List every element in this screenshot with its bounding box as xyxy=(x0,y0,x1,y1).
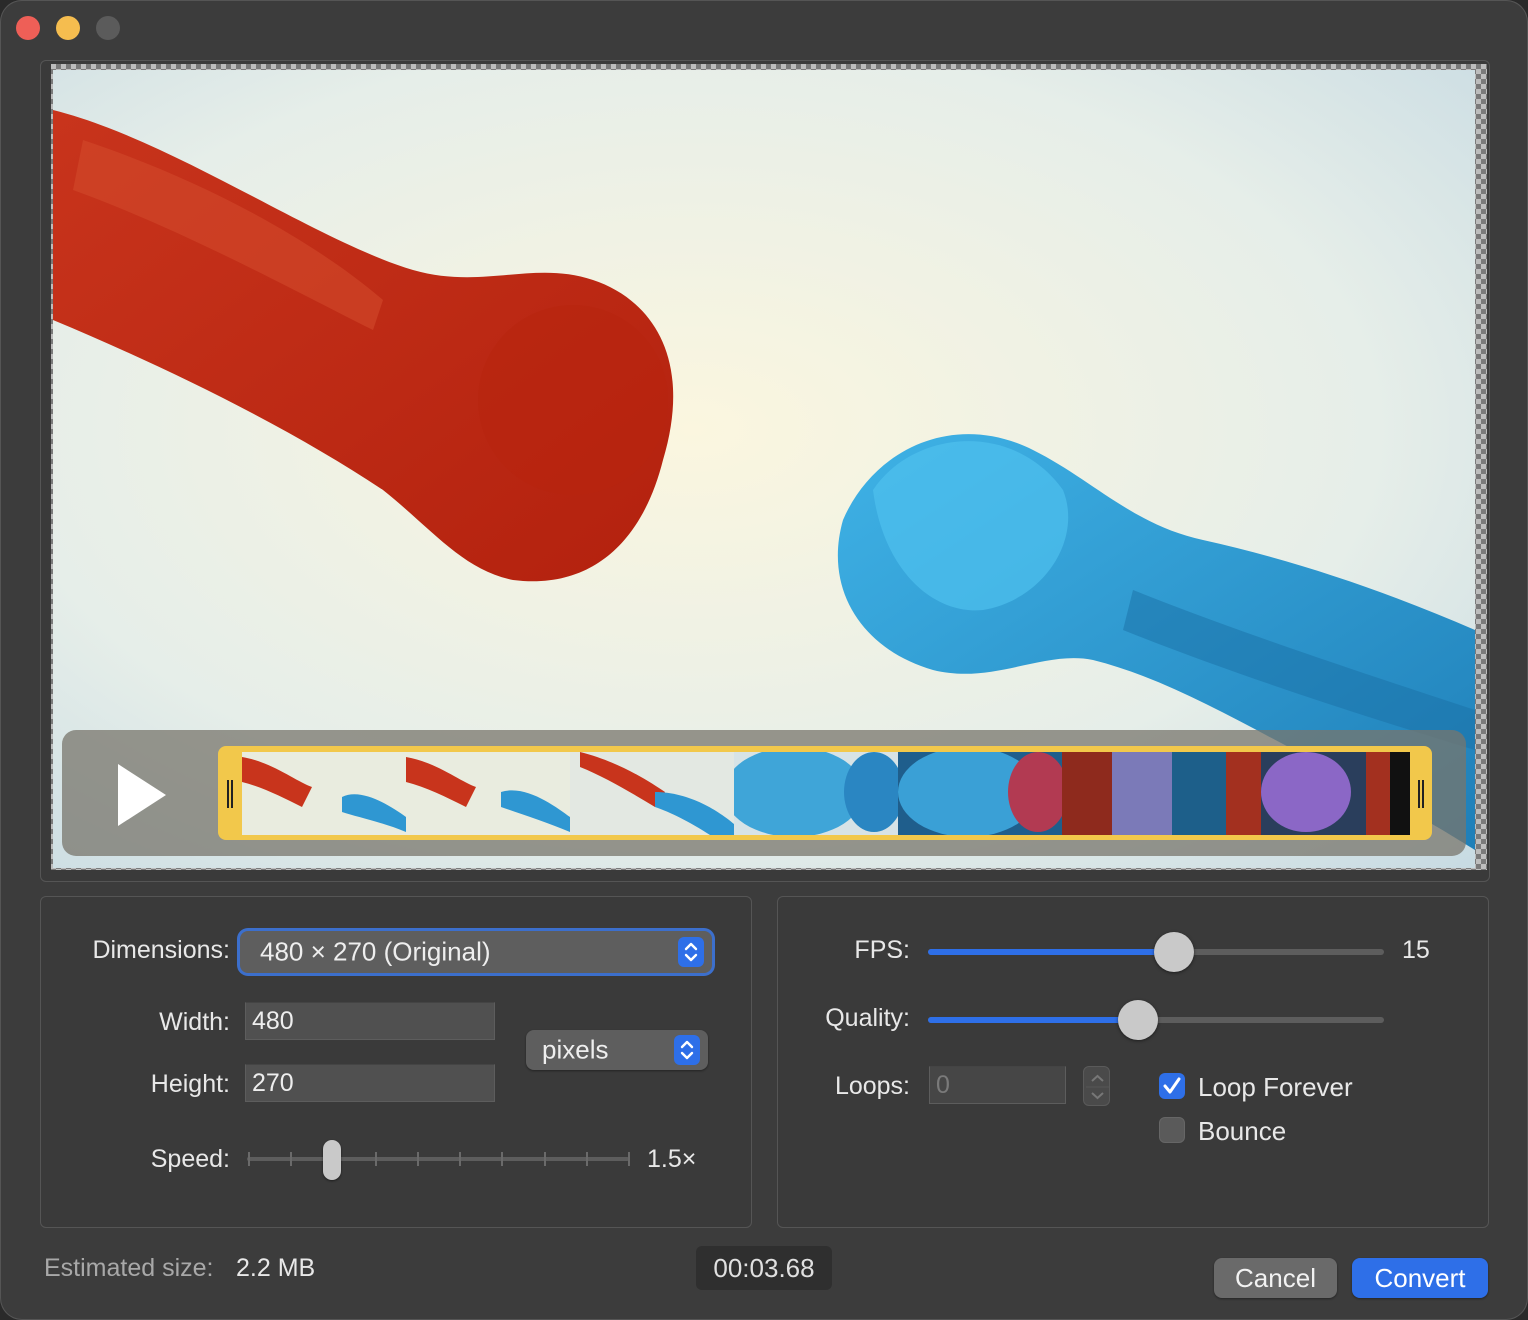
height-field[interactable] xyxy=(245,1064,495,1102)
dimensions-popup-value: 480 × 270 (Original) xyxy=(260,936,491,967)
units-popup-value: pixels xyxy=(542,1034,609,1065)
frame-thumbnail xyxy=(1062,752,1226,835)
speed-tick xyxy=(501,1152,504,1166)
duration-display: 00:03.68 xyxy=(696,1246,832,1290)
units-popup[interactable]: pixels xyxy=(526,1030,708,1070)
height-label: Height: xyxy=(150,1070,230,1098)
fps-label: FPS: xyxy=(854,936,910,964)
quality-label: Quality: xyxy=(825,1004,910,1032)
stepper-arrows-icon xyxy=(1086,1074,1109,1100)
trim-end-handle[interactable] xyxy=(1418,780,1424,808)
quality-slider-knob[interactable] xyxy=(1117,1000,1158,1040)
speed-tick xyxy=(248,1152,250,1166)
popup-chevrons-icon xyxy=(678,937,704,967)
speed-slider-track[interactable] xyxy=(247,1157,629,1161)
checkmark-icon xyxy=(1163,1077,1181,1094)
minimize-window-button[interactable] xyxy=(56,16,80,40)
bounce-label[interactable]: Bounce xyxy=(1198,1116,1286,1147)
frame-thumbnail xyxy=(242,752,406,835)
cancel-button[interactable]: Cancel xyxy=(1214,1258,1337,1298)
estimated-size-value: 2.2 MB xyxy=(236,1254,316,1282)
convert-button[interactable]: Convert xyxy=(1352,1258,1488,1298)
popup-chevrons-icon xyxy=(674,1035,700,1065)
speed-tick xyxy=(585,1152,588,1166)
zoom-window-button[interactable] xyxy=(96,16,120,40)
quality-slider-fill xyxy=(928,1017,1138,1023)
frame-thumbnails[interactable] xyxy=(242,752,1410,835)
trim-start-handle[interactable] xyxy=(227,780,233,808)
bounce-checkbox[interactable] xyxy=(1159,1117,1185,1143)
dimensions-popup[interactable]: 480 × 270 (Original) xyxy=(240,931,712,973)
fps-slider-fill xyxy=(928,949,1175,955)
width-field[interactable] xyxy=(245,1002,495,1040)
fps-slider-knob[interactable] xyxy=(1154,932,1195,972)
speed-tick xyxy=(459,1152,462,1166)
loop-forever-checkbox[interactable] xyxy=(1159,1073,1185,1099)
frame-thumbnail xyxy=(898,752,1062,835)
loops-field[interactable] xyxy=(929,1066,1066,1104)
estimated-size-label: Estimated size: xyxy=(44,1254,214,1282)
frame-thumbnail xyxy=(570,752,734,835)
speed-tick xyxy=(290,1152,293,1166)
speed-value: 1.5× xyxy=(647,1145,697,1173)
fps-value: 15 xyxy=(1402,936,1430,964)
speed-tick xyxy=(416,1152,419,1166)
width-label: Width: xyxy=(159,1008,230,1036)
dimensions-label: Dimensions: xyxy=(92,936,230,964)
frame-thumbnail xyxy=(1226,752,1390,835)
speed-tick xyxy=(374,1152,377,1166)
loops-label: Loops: xyxy=(834,1072,910,1100)
loops-stepper[interactable] xyxy=(1083,1066,1110,1106)
gif-export-window: Dimensions: 480 × 270 (Original) Width: … xyxy=(0,0,1528,1320)
loop-forever-label[interactable]: Loop Forever xyxy=(1198,1072,1353,1103)
frame-thumbnail xyxy=(406,752,570,835)
speed-label: Speed: xyxy=(150,1145,230,1173)
speed-tick xyxy=(628,1152,630,1166)
speed-slider-knob[interactable] xyxy=(322,1140,341,1180)
speed-tick xyxy=(543,1152,546,1166)
play-button[interactable] xyxy=(112,760,172,830)
play-icon xyxy=(118,764,166,826)
frame-thumbnail xyxy=(734,752,898,835)
close-window-button[interactable] xyxy=(16,16,40,40)
